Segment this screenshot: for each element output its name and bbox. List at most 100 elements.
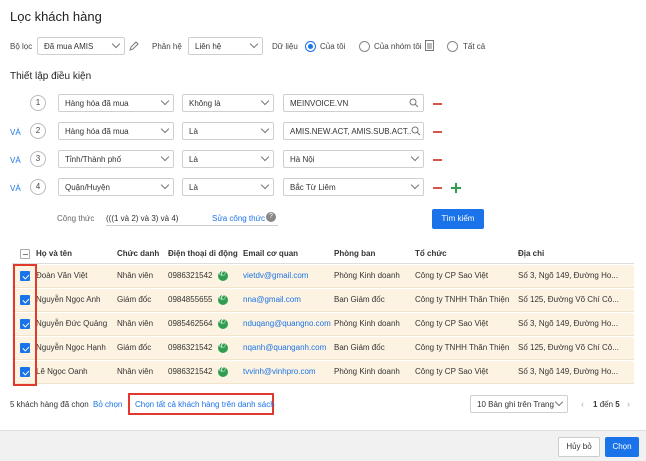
chevron-down-icon [249, 39, 259, 49]
cell-email[interactable]: tvvinh@vinhpro.com [243, 361, 316, 383]
condition-number: 3 [30, 151, 46, 167]
select-all-link[interactable]: Chọn tất cả khách hàng trên danh sách [135, 400, 275, 409]
select-all-checkbox[interactable] [20, 249, 30, 259]
table-header: Họ và tên Chức danh Điện thoại di động E… [12, 244, 634, 264]
phone-icon[interactable] [218, 293, 228, 305]
help-icon[interactable]: ? [266, 212, 276, 222]
condition-field-select[interactable]: Hàng hóa đã mua [58, 94, 174, 112]
cell-address: Số 3, Ngõ 149, Đường Ho... [518, 367, 618, 376]
column-header[interactable]: Họ và tên [36, 244, 72, 264]
radio-all[interactable] [447, 41, 458, 52]
condition-number: 4 [30, 179, 46, 195]
cell-email[interactable]: nduqang@quangno.com [243, 313, 331, 335]
table-row[interactable]: Đoàn Văn Việt Nhân viên 0986321542 vietd… [12, 265, 634, 288]
condition-field-select[interactable]: Quận/Huyện [58, 178, 174, 196]
cell-email[interactable]: vietdv@gmail.com [243, 265, 308, 287]
phone-icon[interactable] [218, 317, 228, 329]
module-label: Phân hệ [152, 42, 182, 51]
column-header[interactable]: Chức danh [117, 244, 159, 264]
condition-field-value: Hàng hóa đã mua [65, 99, 129, 108]
condition-number: 2 [30, 123, 46, 139]
checkbox-highlight-annotation [13, 264, 37, 386]
cell-title: Giám đốc [117, 295, 152, 304]
cancel-button[interactable]: Hủy bỏ [558, 437, 600, 457]
condition-operator-select[interactable]: Là [182, 150, 274, 168]
search-icon [411, 126, 421, 136]
prev-page-icon[interactable]: ‹ [581, 399, 584, 409]
chevron-down-icon [160, 152, 170, 162]
chevron-down-icon [260, 96, 270, 106]
module-select-value: Liên hệ [195, 42, 222, 51]
cell-name: Nguyễn Ngọc Anh [36, 295, 101, 304]
page-range: 1 đến 5 [593, 400, 620, 409]
table-row[interactable]: Nguyễn Đức Quảng Nhân viên 0985462564 nd… [12, 313, 634, 336]
page-range-mid: đến [599, 400, 614, 409]
chevron-down-icon [260, 180, 270, 190]
remove-condition-button[interactable] [433, 131, 442, 133]
next-page-icon[interactable]: › [627, 399, 630, 409]
page-size-select[interactable]: 10 Bản ghi trên Trang [470, 395, 568, 413]
cell-title: Giám đốc [117, 343, 152, 352]
condition-operator-value: Không là [189, 99, 221, 108]
chevron-down-icon [260, 152, 270, 162]
table-row[interactable]: Nguyễn Ngọc Hạnh Giám đốc 0986321542 nqa… [12, 337, 634, 360]
deselect-link[interactable]: Bỏ chọn [93, 400, 122, 409]
page-range-total: 5 [615, 400, 620, 409]
condition-field-value: Hàng hóa đã mua [65, 127, 129, 136]
condition-field-select[interactable]: Tỉnh/Thành phố [58, 150, 174, 168]
remove-condition-button[interactable] [433, 103, 442, 105]
formula-value: (((1 và 2) và 3) và 4) [106, 214, 179, 223]
remove-condition-button[interactable] [433, 187, 442, 189]
selected-count: 5 khách hàng đã chọn [10, 400, 89, 409]
chevron-down-icon [160, 180, 170, 190]
module-select[interactable]: Liên hệ [188, 37, 263, 55]
cell-phone: 0986321542 [168, 271, 213, 280]
column-header[interactable]: Phòng ban [334, 244, 375, 264]
search-icon [409, 98, 419, 108]
choose-button[interactable]: Chọn [605, 437, 639, 457]
condition-value-input[interactable]: AMIS.NEW.ACT, AMIS.SUB.ACT... [283, 122, 424, 140]
cell-name: Nguyễn Đức Quảng [36, 319, 108, 328]
edit-formula-link[interactable]: Sửa công thức [212, 214, 265, 223]
cell-address: Số 125, Đường Võ Chí Cô... [518, 295, 619, 304]
column-header[interactable]: Địa chỉ [518, 244, 544, 264]
column-header[interactable]: Tổ chức [415, 244, 447, 264]
column-header[interactable]: Email cơ quan [243, 244, 298, 264]
cell-address: Số 3, Ngõ 149, Đường Ho... [518, 319, 618, 328]
column-header[interactable]: Điện thoại di động [168, 244, 238, 264]
join-label: VÀ [10, 156, 21, 165]
add-condition-button[interactable] [451, 183, 461, 193]
cell-org: Công ty TNHH Thăn Thiện [415, 295, 510, 304]
remove-condition-button[interactable] [433, 159, 442, 161]
condition-value-input[interactable]: MEINVOICE.VN [283, 94, 424, 112]
phone-icon[interactable] [218, 365, 228, 377]
condition-operator-select[interactable]: Là [182, 122, 274, 140]
chevron-down-icon [111, 39, 121, 49]
cell-title: Nhân viên [117, 271, 154, 280]
radio-group[interactable] [359, 41, 370, 52]
condition-value-select[interactable]: Hà Nội [283, 150, 424, 168]
condition-operator-select[interactable]: Là [182, 178, 274, 196]
filter-select[interactable]: Đã mua AMIS [37, 37, 125, 55]
conditions-title: Thiết lập điều kiện [10, 71, 92, 82]
table-row[interactable]: Nguyễn Ngọc Anh Giám đốc 0984855655 nna@… [12, 289, 634, 312]
search-button[interactable]: Tìm kiếm [432, 209, 484, 229]
page-range-start: 1 [593, 400, 598, 409]
table-row[interactable]: Lê Ngọc Oanh Nhân viên 0986321542 tvvinh… [12, 361, 634, 384]
phone-icon[interactable] [218, 269, 228, 281]
cell-dept: Ban Giám đốc [334, 295, 385, 304]
condition-operator-select[interactable]: Không là [182, 94, 274, 112]
cell-phone: 0984855655 [168, 295, 213, 304]
filter-select-value: Đã mua AMIS [44, 42, 94, 51]
cell-dept: Phòng Kinh doanh [334, 367, 400, 376]
pencil-icon[interactable] [129, 41, 139, 51]
chevron-down-icon [160, 96, 170, 106]
cell-email[interactable]: nqanh@quanganh.com [243, 337, 326, 359]
radio-mine[interactable] [305, 41, 316, 52]
phone-icon[interactable] [218, 341, 228, 353]
dialog-footer: Hủy bỏ Chọn [0, 430, 646, 461]
condition-value-select[interactable]: Bắc Từ Liêm [283, 178, 424, 196]
cell-email[interactable]: nna@gmail.com [243, 289, 301, 311]
condition-number: 1 [30, 95, 46, 111]
condition-field-select[interactable]: Hàng hóa đã mua [58, 122, 174, 140]
